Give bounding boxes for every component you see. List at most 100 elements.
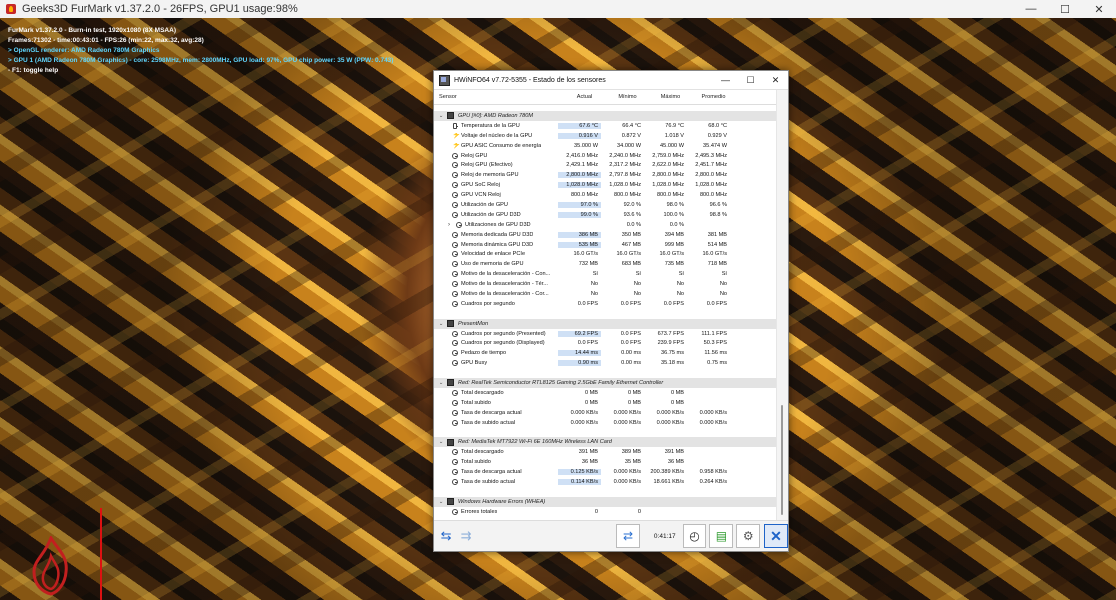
maximize-button[interactable]: ☐ (738, 75, 763, 86)
column-header-avg[interactable]: Promedio (692, 90, 735, 104)
close-button[interactable]: ✕ (1082, 0, 1116, 18)
flame-logo-icon (32, 536, 68, 596)
value-min: 683 MB (621, 261, 641, 268)
sensor-row[interactable]: Total subido 36 MB 35 MB 36 MB (434, 457, 776, 467)
chevron-down-icon[interactable]: ⌄ (434, 321, 445, 327)
sensor-row[interactable]: Motivo de la desaceleración - Tér... No No… (434, 279, 776, 289)
sensor-row[interactable]: › Utilizaciones de GPU D3D 0.0 % 0.0 % (434, 220, 776, 230)
sensor-row[interactable]: Tasa de subido actual 0.114 KB/s 0.000 KB/… (434, 477, 776, 487)
add-report-icon[interactable]: ▤ (709, 524, 734, 548)
hwinfo-app-icon (439, 74, 450, 86)
sensor-row[interactable]: Utilización de GPU D3D 99.0 % 93.6 % 100.0 … (434, 210, 776, 220)
sensor-group-header[interactable]: ⌄ GPU [#0]: AMD Radeon 780M (434, 111, 776, 121)
column-header-sensor[interactable]: Sensor (434, 90, 563, 104)
sensor-cell: Motivo de la desaceleración - Cor... (434, 290, 558, 297)
sensor-row[interactable]: Temperatura de la GPU 67.6 °C 66.4 °C 76.9 … (434, 121, 776, 131)
sensor-group-header[interactable]: ⌄ Red: RealTek Semiconductor RTL8125 Gami… (434, 378, 776, 388)
chevron-down-icon[interactable]: ⌄ (434, 499, 445, 505)
chevron-down-icon[interactable]: ⌄ (434, 439, 445, 445)
sensor-row[interactable]: Reloj GPU 2,416.0 MHz 2,240.0 MHz 2,759.0 M… (434, 151, 776, 161)
sensor-row[interactable]: Tasa de descarga actual 0.000 KB/s 0.000 K… (434, 408, 776, 418)
sensor-cell: Motivo de la desaceleración - Tér... (434, 281, 558, 288)
sensor-table-body[interactable]: ⌄ GPU [#0]: AMD Radeon 780M Temperatura de… (434, 111, 776, 521)
value-avg: Sí (721, 271, 727, 278)
chevron-down-icon[interactable]: ⌄ (434, 113, 445, 119)
gauge-icon (452, 192, 458, 199)
value-current: 67.6 °C (558, 122, 601, 129)
sensor-row[interactable]: Cuadros por segundo 0.0 FPS 0.0 FPS 0.0 FPS… (434, 299, 776, 309)
chevron-right-icon[interactable]: › (448, 222, 454, 228)
sensor-group-header[interactable]: ⌄ PresentMon (434, 318, 776, 329)
clock-icon[interactable]: ◴ (682, 524, 707, 548)
sensor-row[interactable]: Total subido 0 MB 0 MB 0 MB (434, 398, 776, 408)
value-min: No (633, 290, 641, 297)
sensor-row[interactable]: GPU Busy 0.90 ms 0.00 ms 35.18 ms 0.75 ms (434, 358, 776, 368)
minimize-button[interactable]: — (1014, 0, 1048, 18)
gauge-icon (452, 152, 458, 159)
sensor-row[interactable]: Cuadros por segundo (Displayed) 0.0 FPS 0.… (434, 338, 776, 348)
value-min: 0.000 KB/s (613, 478, 641, 485)
sensor-name: Total subido (461, 459, 491, 466)
network-refresh-icon[interactable]: ⇄ (616, 524, 640, 548)
sensor-row[interactable]: Pedazo de tiempo 14.44 ms 0.00 ms 36.75 ms 1… (434, 348, 776, 358)
close-button[interactable]: ✕ (763, 75, 788, 86)
sensor-cell: Motivo de la desaceleración - Con... (434, 271, 558, 278)
sensor-name: Cuadros por segundo (Presented) (461, 330, 546, 337)
sensor-row[interactable]: Cuadros por segundo (Presented) 69.2 FPS 0… (434, 329, 776, 339)
chevron-down-icon[interactable]: ⌄ (434, 380, 445, 386)
column-header-current[interactable]: Actual (563, 90, 606, 104)
column-header-min[interactable]: Mínimo (606, 90, 649, 104)
sensor-group-header[interactable]: ⌄ Windows Hardware Errors (WHEA) (434, 496, 776, 507)
arrows-left-right-icon[interactable]: ⇆ (436, 525, 456, 547)
column-header-max[interactable]: Máximo (649, 90, 692, 104)
hwinfo-window[interactable]: HWiNFO64 v7.72-5355 - Estado de los sens… (433, 70, 789, 552)
sensor-row[interactable]: ⚡ Voltaje del núcleo de la GPU 0.916 V 0.87… (434, 131, 776, 141)
sensor-row[interactable]: Memoria dedicada GPU D3D 386 MB 350 MB 394 … (434, 230, 776, 240)
sensor-cell: Cuadros por segundo (434, 300, 558, 307)
sensor-row[interactable]: Reloj GPU (Efectivo) 2,429.1 MHz 2,317.2 M… (434, 160, 776, 170)
scrollbar-thumb[interactable] (781, 405, 783, 515)
osd-line: - F1: toggle help (8, 67, 59, 74)
sensor-row[interactable]: Errores totales 0 0 (434, 507, 776, 517)
value-avg: 2,800.0 MHz (695, 172, 727, 179)
sensor-row[interactable]: Utilización de GPU 97.0 % 92.0 % 98.0 % 96.6… (434, 200, 776, 210)
sensor-row[interactable]: GPU VCN Reloj 800.0 MHz 800.0 MHz 800.0 MHz… (434, 190, 776, 200)
maximize-button[interactable]: ☐ (1048, 0, 1082, 18)
value-max: 0.000 KB/s (656, 419, 684, 426)
gear-icon[interactable]: ⚙ (736, 524, 761, 548)
vertical-scrollbar[interactable] (776, 90, 788, 521)
sensor-row[interactable]: Tasa de descarga actual 0.125 KB/s 0.000 K… (434, 467, 776, 477)
arrows-right-icon[interactable]: ⇉ (456, 525, 476, 547)
sensor-row[interactable]: Velocidad de enlace PCIe 16.0 GT/s 16.0 GT… (434, 249, 776, 259)
sensor-row[interactable]: ⚡ GPU ASIC Consumo de energía 35.000 W 34.0… (434, 141, 776, 151)
sensor-table-header: Sensor Actual Mínimo Máximo Promedio (434, 90, 776, 105)
value-min: 350 MB (621, 231, 641, 238)
value-avg: 2,495.3 MHz (695, 152, 727, 159)
sensor-name: Memoria dinámica GPU D3D (461, 241, 534, 248)
value-min: 0.872 V (621, 132, 641, 139)
sensor-group-header[interactable]: ⌄ Red: MediaTek MT7922 Wi-Fi 6E 160MHz Wi… (434, 437, 776, 448)
value-max: 800.0 MHz (656, 192, 684, 199)
sensor-row[interactable]: Total descargado 0 MB 0 MB 0 MB (434, 388, 776, 398)
sensor-row[interactable]: Reloj de memoria GPU 2,800.0 MHz 2,797.8 M… (434, 170, 776, 180)
furmark-osd: FurMark v1.37.2.0 - Burn-in test, 1920x1… (8, 26, 393, 76)
sensor-cell: Total descargado (434, 389, 558, 396)
sensor-cell: ⚡ GPU ASIC Consumo de energía (434, 143, 558, 149)
sensor-row[interactable]: Total descargado 391 MB 389 MB 391 MB (434, 447, 776, 457)
close-sensors-button[interactable]: ✕ (764, 524, 788, 548)
sensor-cell: › Utilizaciones de GPU D3D (434, 221, 558, 228)
sensor-row[interactable]: Memoria dinámica GPU D3D 535 MB 467 MB 999 … (434, 240, 776, 250)
value-avg: 800.0 MHz (699, 192, 727, 199)
minimize-button[interactable]: — (713, 75, 738, 85)
sensor-name: GPU SoC Reloj (461, 182, 500, 189)
sensor-name: Tasa de descarga actual (461, 409, 522, 416)
sensor-row[interactable]: Motivo de la desaceleración - Cor... No No… (434, 289, 776, 299)
sensor-row[interactable]: Uso de memoria de GPU 732 MB 683 MB 735 MB 7… (434, 259, 776, 269)
hwinfo-window-title: HWiNFO64 v7.72-5355 - Estado de los sens… (454, 76, 606, 84)
hwinfo-titlebar[interactable]: HWiNFO64 v7.72-5355 - Estado de los sens… (434, 71, 788, 90)
sensor-row[interactable]: Tasa de subido actual 0.000 KB/s 0.000 KB/… (434, 418, 776, 428)
sensor-cell: Tasa de descarga actual (434, 469, 558, 475)
sensor-row[interactable]: GPU SoC Reloj 1,028.0 MHz 1,028.0 MHz 1,028… (434, 180, 776, 190)
sensor-row[interactable]: Motivo de la desaceleración - Con... Sí Sí… (434, 269, 776, 279)
furmark-app-icon (6, 4, 16, 14)
